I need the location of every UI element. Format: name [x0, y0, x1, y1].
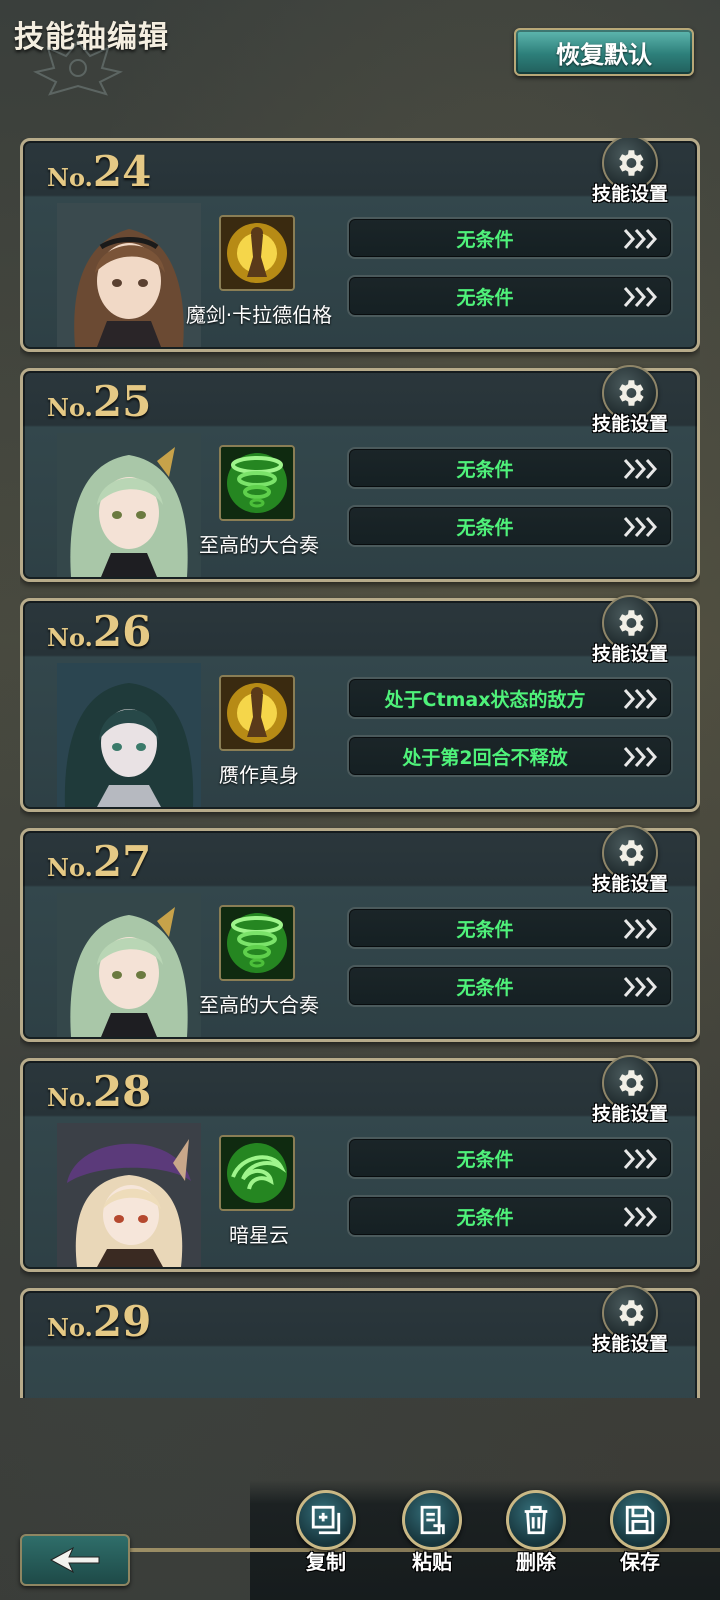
triple-chevron-right-icon — [623, 919, 658, 939]
condition-text: 处于第2回合不释放 — [402, 746, 568, 769]
condition-text: 无条件 — [456, 516, 514, 539]
card-number-prefix: No. — [47, 393, 93, 422]
card-number-value: 27 — [92, 837, 152, 886]
timeline-card: No.27 技能设置 至高的大合奏 无条件 无条件 — [20, 825, 700, 1042]
triple-chevron-right-icon — [623, 229, 658, 249]
paste-icon[interactable] — [402, 1490, 462, 1550]
delete-label: 删除 — [516, 1550, 556, 1574]
condition-text: 无条件 — [456, 286, 514, 309]
card-number: No.24 — [47, 147, 151, 196]
card-number-value: 29 — [92, 1297, 152, 1346]
condition-text: 无条件 — [456, 976, 514, 999]
skill-name: 至高的大合奏 — [199, 533, 319, 557]
skill-settings-label: 技能设置 — [591, 1103, 668, 1125]
guild-crest-icon — [33, 40, 123, 96]
card-number-value: 24 — [92, 147, 152, 196]
card-number-prefix: No. — [47, 853, 93, 882]
paste-button[interactable]: 粘贴 — [392, 1490, 472, 1590]
condition-slot-1[interactable]: 处于Ctmax状态的敌方 — [347, 677, 673, 719]
triple-chevron-right-icon — [623, 459, 658, 479]
card-number-value: 26 — [92, 607, 152, 656]
card-number: No.29 — [47, 1297, 151, 1346]
card-number-value: 28 — [92, 1067, 152, 1116]
trash-icon[interactable] — [506, 1490, 566, 1550]
card-number: No.25 — [47, 377, 151, 426]
bottom-toolbar: 复制 粘贴 删除 保存 — [0, 1480, 720, 1600]
card-number-prefix: No. — [47, 1083, 93, 1112]
condition-slot-2[interactable]: 无条件 — [347, 965, 673, 1007]
condition-text: 无条件 — [456, 228, 514, 251]
skill-settings-label: 技能设置 — [591, 1333, 668, 1355]
timeline-card: No.29 技能设置 — [20, 1285, 700, 1398]
condition-text: 处于Ctmax状态的敌方 — [384, 688, 586, 711]
condition-slot-2[interactable]: 处于第2回合不释放 — [347, 735, 673, 777]
golden-warrior-skill-icon[interactable] — [219, 675, 295, 751]
condition-text: 无条件 — [456, 1148, 514, 1171]
skill-timeline-list[interactable]: No.24 技能设置 魔剑·卡拉德伯格 无条件 无条件 No.25 技能设置 至… — [20, 138, 700, 1398]
card-number-prefix: No. — [47, 163, 93, 192]
card-number: No.28 — [47, 1067, 151, 1116]
card-number-prefix: No. — [47, 1313, 93, 1342]
condition-slot-1[interactable]: 无条件 — [347, 1137, 673, 1179]
condition-text: 无条件 — [456, 458, 514, 481]
skill-settings-button[interactable]: 技能设置 — [587, 825, 673, 895]
condition-text: 无条件 — [456, 1206, 514, 1229]
skill-name: 至高的大合奏 — [199, 993, 319, 1017]
green-tornado-skill-icon[interactable] — [219, 445, 295, 521]
condition-slot-2[interactable]: 无条件 — [347, 1195, 673, 1237]
triple-chevron-right-icon — [623, 747, 658, 767]
timeline-card: No.25 技能设置 至高的大合奏 无条件 无条件 — [20, 365, 700, 582]
card-number-prefix: No. — [47, 623, 93, 652]
condition-slot-1[interactable]: 无条件 — [347, 217, 673, 259]
copy-label: 复制 — [306, 1550, 346, 1574]
timeline-card: No.24 技能设置 魔剑·卡拉德伯格 无条件 无条件 — [20, 138, 700, 352]
card-number: No.26 — [47, 607, 151, 656]
skill-settings-label: 技能设置 — [591, 413, 668, 435]
skill-settings-button[interactable]: 技能设置 — [587, 595, 673, 665]
skill-settings-button[interactable]: 技能设置 — [587, 1285, 673, 1355]
green-tornado-skill-icon[interactable] — [219, 905, 295, 981]
skill-settings-label: 技能设置 — [591, 643, 668, 665]
condition-slot-2[interactable]: 无条件 — [347, 275, 673, 317]
green-tornado-skill-icon[interactable] — [219, 1135, 295, 1211]
back-button[interactable] — [20, 1534, 130, 1586]
skill-settings-button[interactable]: 技能设置 — [587, 365, 673, 435]
golden-warrior-skill-icon[interactable] — [219, 215, 295, 291]
condition-slot-1[interactable]: 无条件 — [347, 907, 673, 949]
triple-chevron-right-icon — [623, 977, 658, 997]
card-number-value: 25 — [92, 377, 152, 426]
timeline-card: No.26 技能设置 赝作真身 处于Ctmax状态的敌方 处于第2回合不释放 — [20, 595, 700, 812]
condition-slot-1[interactable]: 无条件 — [347, 447, 673, 489]
triple-chevron-right-icon — [623, 287, 658, 307]
triple-chevron-right-icon — [623, 1207, 658, 1227]
back-arrow-icon — [49, 1546, 100, 1574]
triple-chevron-right-icon — [623, 689, 658, 709]
save-button[interactable]: 保存 — [600, 1490, 680, 1590]
skill-settings-label: 技能设置 — [591, 183, 668, 205]
skill-name: 赝作真身 — [219, 763, 299, 787]
triple-chevron-right-icon — [623, 517, 658, 537]
card-number: No.27 — [47, 837, 151, 886]
delete-button[interactable]: 删除 — [496, 1490, 576, 1590]
condition-slot-2[interactable]: 无条件 — [347, 505, 673, 547]
copy-icon[interactable] — [296, 1490, 356, 1550]
skill-name: 暗星云 — [229, 1223, 289, 1247]
skill-name: 魔剑·卡拉德伯格 — [185, 303, 333, 327]
save-label: 保存 — [620, 1550, 660, 1574]
timeline-card: No.28 技能设置 暗星云 无条件 无条件 — [20, 1055, 700, 1272]
skill-settings-button[interactable]: 技能设置 — [587, 138, 673, 205]
skill-settings-button[interactable]: 技能设置 — [587, 1055, 673, 1125]
condition-text: 无条件 — [456, 918, 514, 941]
skill-settings-label: 技能设置 — [591, 873, 668, 895]
reset-default-button[interactable]: 恢复默认 — [514, 28, 694, 76]
copy-button[interactable]: 复制 — [286, 1490, 366, 1590]
save-icon[interactable] — [610, 1490, 670, 1550]
paste-label: 粘贴 — [412, 1550, 452, 1574]
triple-chevron-right-icon — [623, 1149, 658, 1169]
